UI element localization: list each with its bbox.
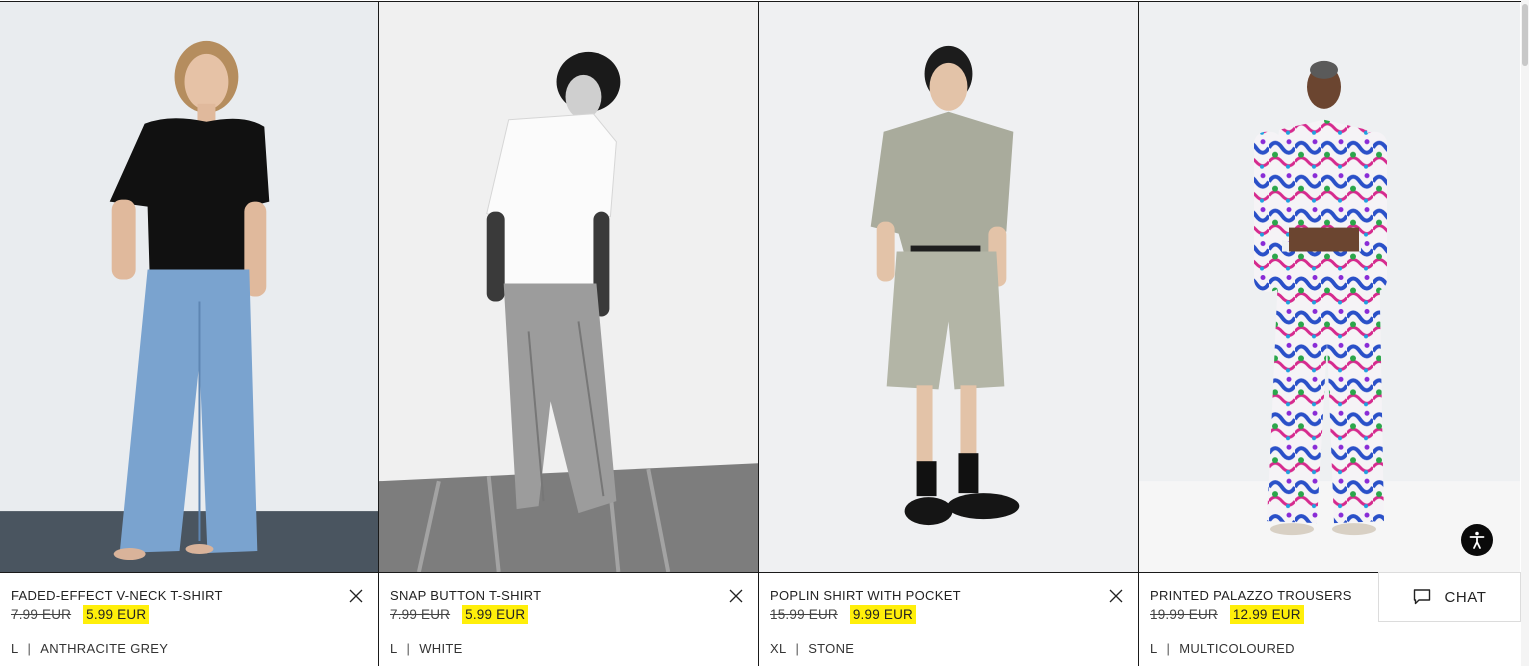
separator: | <box>27 641 32 656</box>
original-price: 15.99 EUR <box>770 607 838 622</box>
product-name[interactable]: FADED-EFFECT V-NECK T-SHIRT <box>11 588 223 603</box>
accessibility-icon <box>1469 531 1485 549</box>
variant-info: XL | STONE <box>770 641 854 656</box>
color-label: WHITE <box>419 641 463 656</box>
variant-info: L | MULTICOLOURED <box>1150 641 1295 656</box>
price-block: 7.99 EUR 5.99 EUR <box>390 605 529 624</box>
original-price: 19.99 EUR <box>1150 607 1218 622</box>
product-name[interactable]: POPLIN SHIRT WITH POCKET <box>770 588 961 603</box>
product-card[interactable]: FADED-EFFECT V-NECK T-SHIRT 7.99 EUR 5.9… <box>0 2 379 666</box>
sale-price: 5.99 EUR <box>462 605 529 624</box>
product-image[interactable] <box>759 2 1138 573</box>
separator: | <box>1166 641 1171 656</box>
close-icon <box>349 589 363 603</box>
wishlist-page: FADED-EFFECT V-NECK T-SHIRT 7.99 EUR 5.9… <box>0 0 1529 666</box>
product-card[interactable]: POPLIN SHIRT WITH POCKET 15.99 EUR 9.99 … <box>759 2 1139 666</box>
remove-item-button[interactable] <box>1109 589 1123 603</box>
variant-info: L | ANTHRACITE GREY <box>11 641 168 656</box>
price-block: 19.99 EUR 12.99 EUR <box>1150 605 1304 624</box>
chat-bubble-icon <box>1414 589 1431 605</box>
sale-price: 12.99 EUR <box>1229 605 1304 624</box>
remove-item-button[interactable] <box>729 589 743 603</box>
size-label: L <box>1150 641 1158 656</box>
chat-label: CHAT <box>1444 588 1487 606</box>
accessibility-button[interactable] <box>1461 524 1493 556</box>
original-price: 7.99 EUR <box>390 607 451 622</box>
size-label: L <box>11 641 19 656</box>
close-icon <box>1109 589 1123 603</box>
price-block: 7.99 EUR 5.99 EUR <box>11 605 150 624</box>
original-price: 7.99 EUR <box>11 607 72 622</box>
product-name[interactable]: PRINTED PALAZZO TROUSERS <box>1150 588 1352 603</box>
scrollbar[interactable] <box>1521 0 1529 666</box>
price-block: 15.99 EUR 9.99 EUR <box>770 605 916 624</box>
sale-price: 5.99 EUR <box>83 605 150 624</box>
product-card[interactable]: SNAP BUTTON T-SHIRT 7.99 EUR 5.99 EUR L … <box>379 2 759 666</box>
product-image[interactable] <box>1139 2 1520 573</box>
close-icon <box>729 589 743 603</box>
product-card[interactable]: PRINTED PALAZZO TROUSERS 19.99 EUR 12.99… <box>1139 2 1520 666</box>
color-label: ANTHRACITE GREY <box>40 641 169 656</box>
color-label: STONE <box>808 641 855 656</box>
sale-price: 9.99 EUR <box>849 605 916 624</box>
separator: | <box>795 641 800 656</box>
product-image[interactable] <box>379 2 758 573</box>
product-grid: FADED-EFFECT V-NECK T-SHIRT 7.99 EUR 5.9… <box>0 1 1521 666</box>
size-label: XL <box>770 641 787 656</box>
color-label: MULTICOLOURED <box>1179 641 1295 656</box>
variant-info: L | WHITE <box>390 641 463 656</box>
product-name[interactable]: SNAP BUTTON T-SHIRT <box>390 588 541 603</box>
product-image[interactable] <box>0 2 378 573</box>
separator: | <box>406 641 411 656</box>
size-label: L <box>390 641 398 656</box>
remove-item-button[interactable] <box>349 589 363 603</box>
chat-button[interactable]: CHAT <box>1378 572 1521 622</box>
scroll-thumb[interactable] <box>1522 4 1528 66</box>
